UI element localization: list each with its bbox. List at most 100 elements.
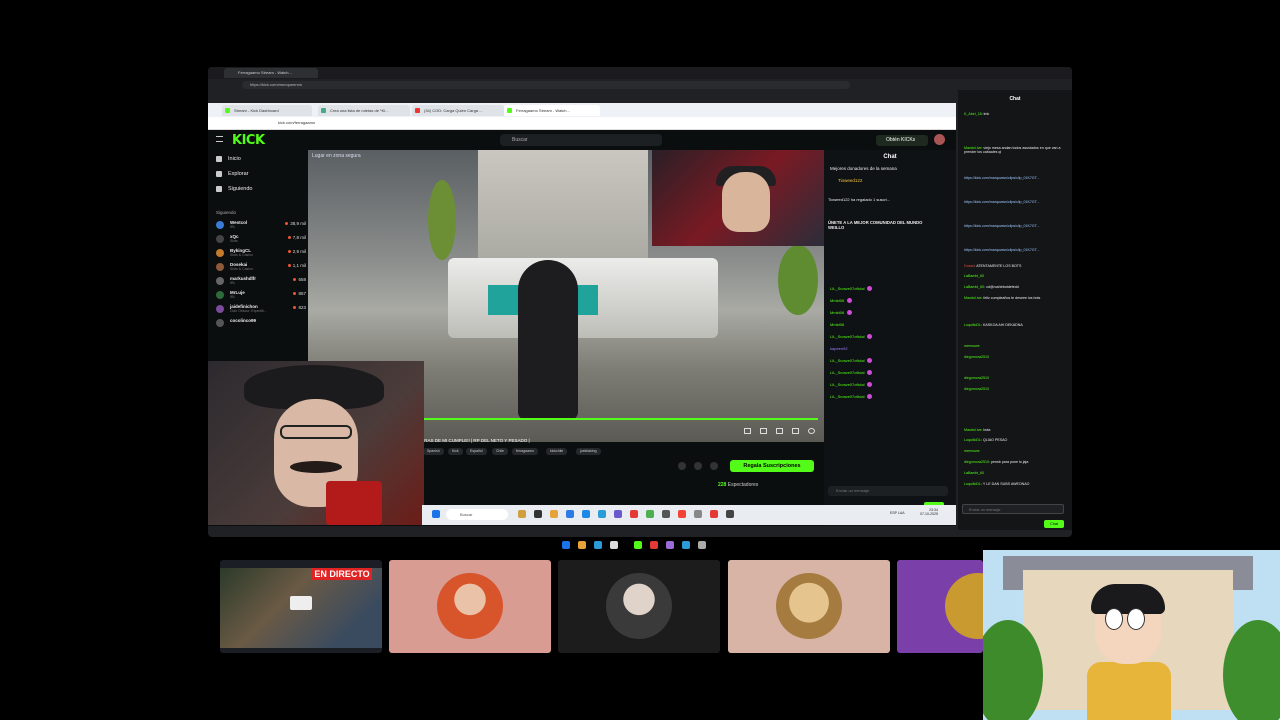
stream-title: IRAS DE MI CUMPLE!! | RP DEL NETO Y PESA… (423, 438, 530, 443)
participant-card[interactable] (897, 560, 983, 653)
chat-input[interactable]: Enviar un mensaje (828, 486, 948, 496)
app-icon[interactable] (598, 510, 606, 518)
nav-inicio[interactable]: Inicio (216, 156, 241, 162)
taskbar-search[interactable]: Buscar (446, 509, 508, 520)
game-plant (428, 180, 456, 260)
following-item[interactable]: markushdlfr IRL 658 (216, 276, 306, 286)
share-icon[interactable] (710, 462, 718, 470)
app-icon[interactable] (646, 510, 654, 518)
kick-logo[interactable]: KICK (232, 133, 265, 148)
avatar (216, 235, 224, 243)
emote-icon (867, 286, 873, 292)
app-icon[interactable] (666, 541, 674, 549)
chat-message: diegomora2510 (964, 376, 989, 380)
stream-tag[interactable]: ferragaamo (512, 448, 538, 455)
inner-tab[interactable]: Stream - Kick Dashboard (222, 105, 312, 116)
nav-explorar[interactable]: Explorar (216, 171, 248, 177)
following-item[interactable]: Dosekai Slots & Casino 1,1 mil (216, 262, 306, 272)
following-item[interactable]: BykingCL Slots & Casino 2,9 mil (216, 248, 306, 258)
following-item[interactable]: xQc Slots 7,8 mil (216, 234, 306, 244)
kick-chat-panel: Chat Mejores donadores de la semana Tiow… (824, 150, 956, 526)
kick-search-input[interactable]: Buscar (500, 134, 662, 146)
chat-message: LaBambi_60 (964, 274, 985, 278)
app-icon[interactable] (650, 541, 658, 549)
get-kicks-button[interactable]: Obtén KICKs (876, 135, 928, 146)
app-icon[interactable] (594, 541, 602, 549)
app-icon[interactable] (682, 541, 690, 549)
chrome-icon[interactable] (678, 510, 686, 518)
inner-tab[interactable]: (34) COD: Carga Quien Carga ... (412, 105, 504, 116)
emote-icon (847, 298, 853, 304)
chat-message: LiL_Snowe07oficial (830, 358, 950, 364)
stream-tag[interactable]: Español (466, 448, 487, 455)
app-icon[interactable] (610, 541, 618, 549)
app-icon[interactable] (614, 510, 622, 518)
participant-card[interactable] (558, 560, 720, 653)
windows-taskbar: Buscar ESP LAA 23:34 07-10-2025 (422, 505, 956, 525)
avatar (216, 305, 224, 313)
nav-siguiendo[interactable]: Siguiendo (216, 186, 252, 192)
inner-tab-active[interactable]: Ferragaamo Stream - Watch... (504, 105, 600, 116)
folder-icon[interactable] (550, 510, 558, 518)
chat-message: https://kick.com/marquwws/clips/clip_01K… (964, 224, 1040, 228)
top-donor[interactable]: Tioweed122 (838, 178, 862, 183)
stream-tag[interactable]: Spanish (423, 448, 444, 455)
app-icon[interactable] (518, 510, 526, 518)
windows-start-icon[interactable] (432, 510, 440, 518)
fullscreen-icon[interactable] (792, 428, 799, 434)
following-item[interactable]: cocolinco99 (216, 318, 306, 328)
cast-icon[interactable] (776, 428, 783, 434)
stream-tag[interactable]: Kick (448, 448, 463, 455)
following-header: Siguiendo (216, 210, 237, 215)
app-icon[interactable] (694, 510, 702, 518)
gift-subs-button[interactable]: Regala Suscripciones (730, 460, 814, 472)
popout-chat-input[interactable]: Enviar un mensaje (962, 504, 1064, 514)
game-zone-text: Lugar en zona segura (312, 153, 361, 159)
emote-icon (867, 394, 873, 400)
app-icon[interactable] (662, 510, 670, 518)
inner-url-field[interactable]: kick.com/ferragaamo (278, 119, 818, 127)
gear-icon[interactable] (808, 428, 815, 434)
glasses (280, 425, 352, 439)
avatar (216, 221, 224, 229)
bell-icon[interactable] (678, 462, 686, 470)
chat-message: kapeen92 (830, 346, 848, 351)
heart-icon[interactable] (694, 462, 702, 470)
avatar[interactable] (934, 134, 945, 145)
app-icon[interactable] (634, 541, 642, 549)
following-item[interactable]: jaidefinichon Clair Obscur: Expediti... 82… (216, 304, 306, 314)
language-indicator[interactable]: ESP LAA (890, 511, 905, 515)
windows-start-icon[interactable] (562, 541, 570, 549)
outer-browser-tab[interactable]: Ferragaamo Stream - Watch... (224, 68, 318, 78)
following-item[interactable]: MrLuje IRL 857 (216, 290, 306, 300)
chat-message: K_Abel_18: lmk (964, 112, 990, 116)
popout-chat-send-button[interactable]: Chat (1044, 520, 1064, 528)
app-icon[interactable] (582, 510, 590, 518)
participant-card[interactable] (389, 560, 551, 653)
live-stream-card[interactable]: EN DIRECTO (220, 560, 382, 653)
outer-url-field[interactable]: https://kick.com/mnnqueennn (242, 81, 850, 89)
theater-icon[interactable] (760, 428, 767, 434)
stream-tag[interactable]: Chile (492, 448, 508, 455)
pip-icon[interactable] (744, 428, 751, 434)
inner-tab[interactable]: Crea una lista de ruletas de *Ki... (318, 105, 410, 116)
stream-tag[interactable]: joekitaking (576, 448, 601, 455)
app-icon[interactable] (534, 510, 542, 518)
menu-icon[interactable] (216, 136, 223, 142)
chat-message: Mandol.ive: viejo mesa andan todos asust… (964, 146, 1061, 155)
app-icon[interactable] (710, 510, 718, 518)
app-icon[interactable] (630, 510, 638, 518)
avatar (216, 319, 224, 327)
system-clock[interactable]: 23:34 07-10-2025 (920, 508, 938, 516)
stream-tag[interactable]: kickchile (546, 448, 568, 455)
app-icon[interactable] (726, 510, 734, 518)
folder-icon[interactable] (578, 541, 586, 549)
character-eye (1127, 608, 1145, 630)
app-icon[interactable] (698, 541, 706, 549)
chat-message: Mmkt06 (830, 310, 950, 316)
following-item[interactable]: Westcol IRL 38,9 mil (216, 220, 306, 230)
participant-card[interactable] (728, 560, 890, 653)
edge-icon[interactable] (566, 510, 574, 518)
video-progress-bar[interactable] (418, 418, 818, 420)
outer-taskbar (556, 539, 726, 551)
